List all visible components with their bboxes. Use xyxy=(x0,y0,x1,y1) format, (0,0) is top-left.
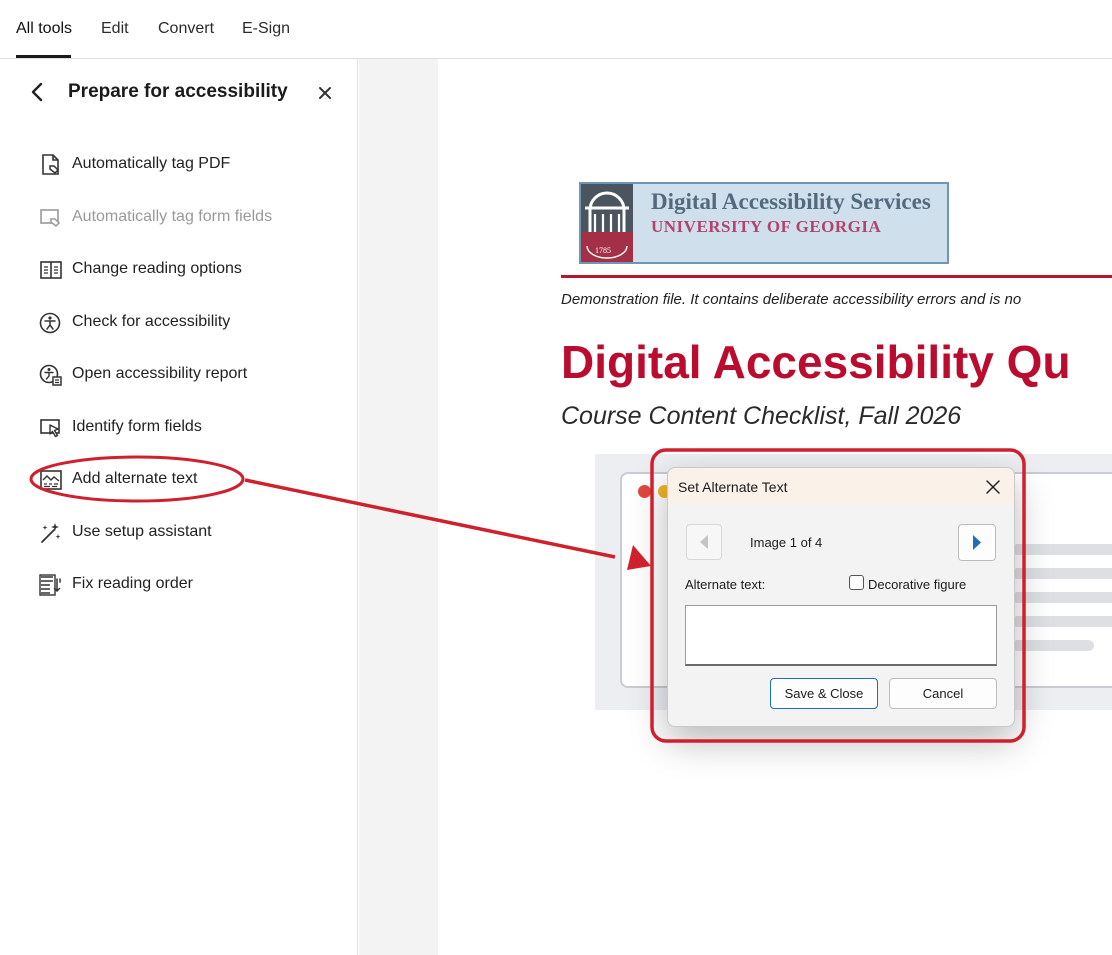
tool-label: Check for accessibility xyxy=(72,313,231,330)
demonstration-note: Demonstration file. It contains delibera… xyxy=(561,291,1022,308)
tool-identify-form-fields[interactable]: Identify form fields xyxy=(38,413,338,443)
tool-label: Change reading options xyxy=(72,260,242,277)
canvas-gutter xyxy=(359,59,438,955)
logo-year: 1785 xyxy=(595,246,611,255)
previous-image-button[interactable] xyxy=(686,524,722,560)
chevron-left-icon xyxy=(31,82,43,102)
alternate-text-input[interactable] xyxy=(685,605,997,666)
close-icon xyxy=(319,87,331,99)
document-subtitle: Course Content Checklist, Fall 2026 xyxy=(561,402,962,430)
header-rule xyxy=(561,275,1112,278)
book-icon xyxy=(40,261,62,279)
dialog-title: Set Alternate Text xyxy=(678,479,788,495)
tag-pdf-icon xyxy=(42,154,60,175)
alternate-text-label: Alternate text: xyxy=(685,577,766,592)
tool-label: Add alternate text xyxy=(72,470,198,487)
accessibility-icon xyxy=(39,312,61,334)
logo-line-1: Digital Accessibility Services xyxy=(651,189,931,214)
illustration-line xyxy=(1012,568,1112,579)
identify-fields-icon xyxy=(40,419,60,438)
dialog-close-button[interactable] xyxy=(983,477,1003,497)
next-image-button[interactable] xyxy=(958,524,996,561)
tool-label: Automatically tag form fields xyxy=(72,208,273,225)
top-menubar: All tools Edit Convert E-Sign xyxy=(0,0,1112,59)
close-icon xyxy=(986,480,1000,494)
cancel-button[interactable]: Cancel xyxy=(889,678,997,709)
tool-label: Automatically tag PDF xyxy=(72,155,231,172)
tool-change-reading-options[interactable]: Change reading options xyxy=(38,255,338,285)
close-panel-button[interactable] xyxy=(314,82,336,104)
tool-add-alternate-text[interactable]: Add alternate text xyxy=(38,465,338,495)
active-tab-indicator xyxy=(16,55,71,58)
dialog-titlebar: Set Alternate Text xyxy=(668,468,1014,505)
decorative-figure-label[interactable]: Decorative figure xyxy=(868,577,966,592)
triangle-left-icon xyxy=(700,535,708,549)
save-and-close-button[interactable]: Save & Close xyxy=(770,678,878,709)
menu-edit[interactable]: Edit xyxy=(101,20,129,38)
tool-label: Open accessibility report xyxy=(72,365,248,382)
tool-label: Use setup assistant xyxy=(72,523,212,540)
accessibility-report-icon xyxy=(39,364,62,386)
triangle-right-icon xyxy=(973,535,981,550)
menu-convert[interactable]: Convert xyxy=(158,20,214,38)
alt-text-icon xyxy=(40,470,62,490)
illustration-dot xyxy=(638,485,651,498)
image-counter: Image 1 of 4 xyxy=(750,535,823,550)
illustration-line xyxy=(1012,640,1094,651)
tools-sidebar: Prepare for accessibility Automatically … xyxy=(0,59,358,955)
illustration-line xyxy=(1012,544,1112,555)
uga-logo: 1785 Digital Accessibility Services UNIV… xyxy=(579,182,949,264)
set-alternate-text-dialog: Set Alternate Text Image 1 of 4 Alternat… xyxy=(667,467,1015,727)
tag-form-fields-icon xyxy=(40,209,61,228)
decorative-figure-checkbox[interactable] xyxy=(849,575,864,590)
tool-label: Identify form fields xyxy=(72,418,202,435)
panel-title: Prepare for accessibility xyxy=(68,81,288,102)
illustration-line xyxy=(1012,592,1112,603)
arch-emblem: 1785 xyxy=(581,184,633,262)
tool-open-accessibility-report[interactable]: Open accessibility report xyxy=(38,360,338,390)
document-title: Digital Accessibility Qu xyxy=(561,336,1071,388)
tool-check-for-accessibility[interactable]: Check for accessibility xyxy=(38,308,338,338)
tool-automatically-tag-pdf[interactable]: Automatically tag PDF xyxy=(38,150,338,180)
tool-automatically-tag-form-fields[interactable]: Automatically tag form fields xyxy=(38,203,338,233)
reading-order-icon xyxy=(39,574,61,596)
menu-all-tools[interactable]: All tools xyxy=(16,20,72,38)
tool-use-setup-assistant[interactable]: Use setup assistant xyxy=(38,518,338,548)
tool-fix-reading-order[interactable]: Fix reading order xyxy=(38,570,338,600)
back-button[interactable] xyxy=(26,80,50,104)
menu-e-sign[interactable]: E-Sign xyxy=(242,20,290,38)
illustration-line xyxy=(1012,616,1112,627)
tool-label: Fix reading order xyxy=(72,575,193,592)
magic-wand-icon xyxy=(41,523,61,543)
logo-line-2: UNIVERSITY OF GEORGIA xyxy=(651,217,882,236)
